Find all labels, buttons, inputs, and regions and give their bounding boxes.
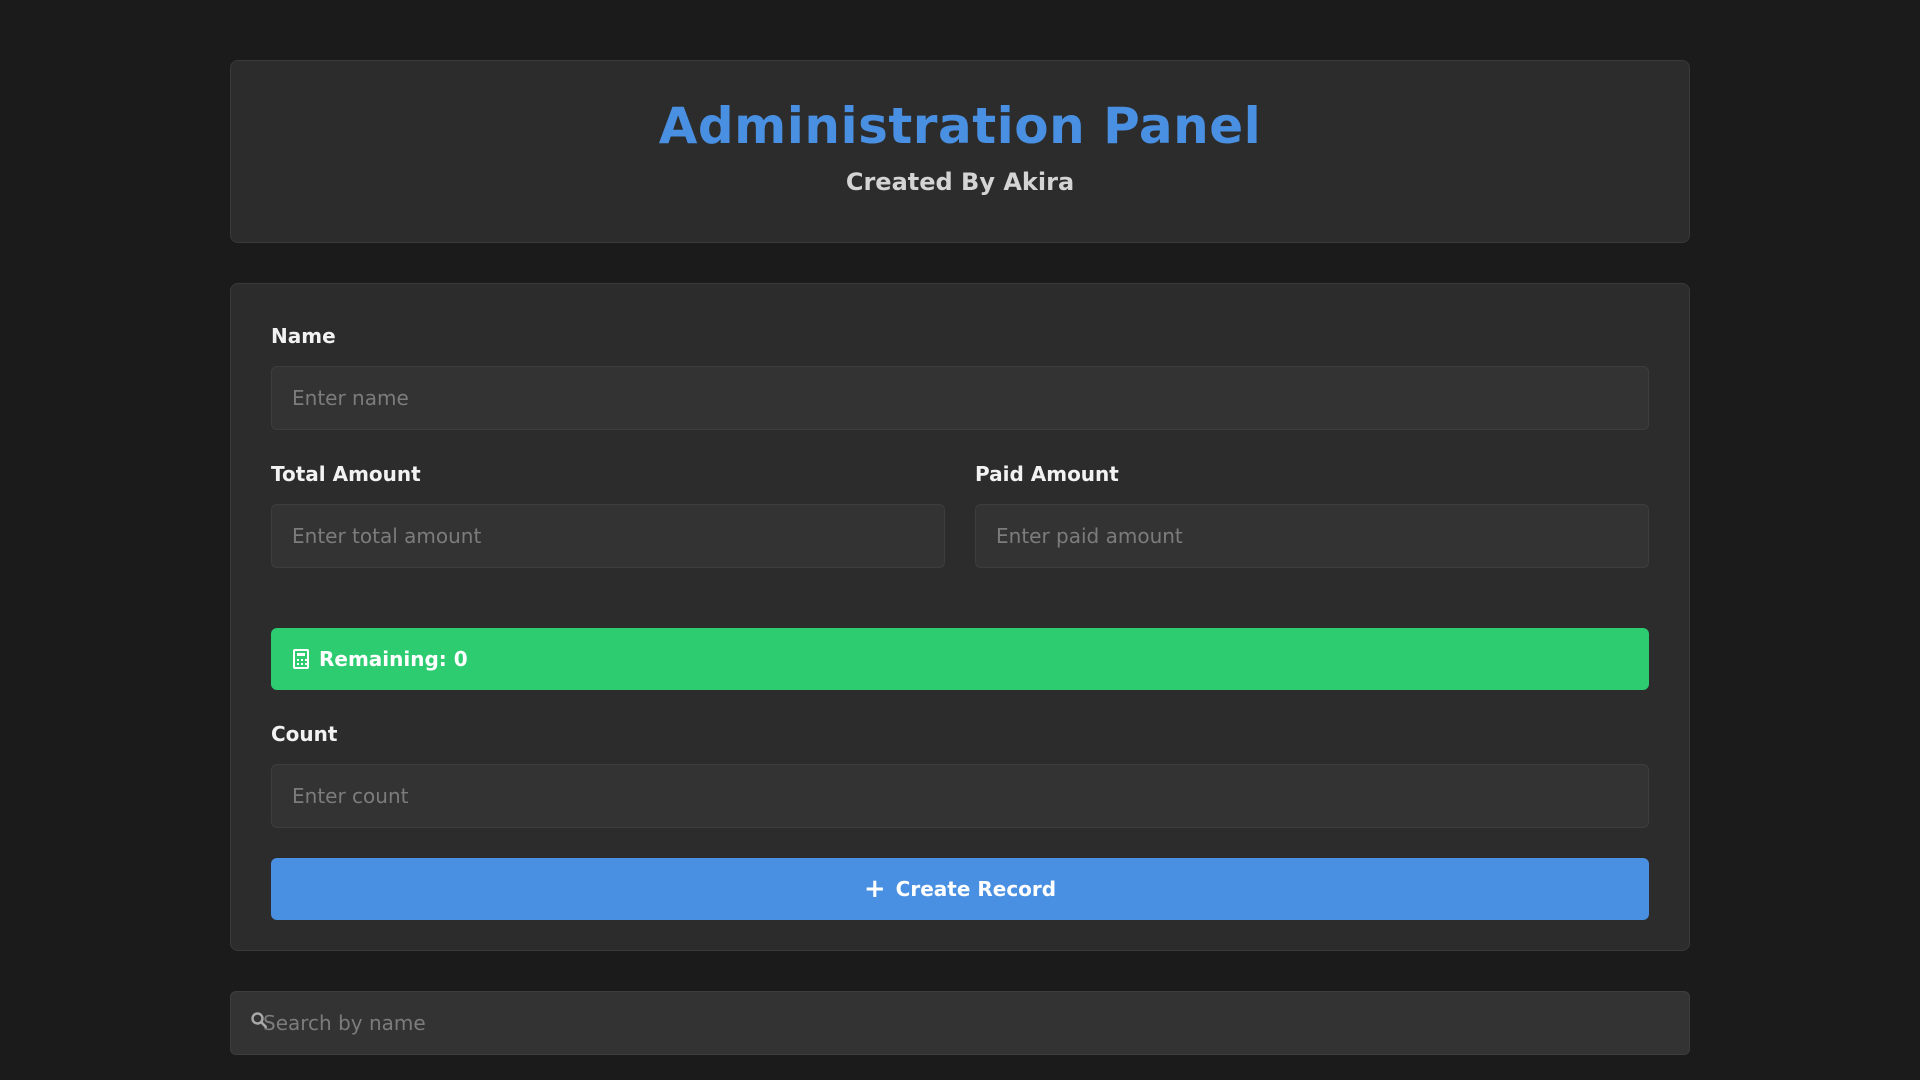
remaining-text: Remaining: 0 [319,647,468,671]
paid-amount-input[interactable] [975,504,1649,568]
header-card: Administration Panel Created By Akira [230,60,1690,243]
admin-panel: Administration Panel Created By Akira Na… [230,60,1690,1055]
amount-row: Total Amount Paid Amount [271,462,1649,568]
page-title: Administration Panel [658,97,1262,155]
record-form: Name Total Amount Paid Amount Remaining:… [230,283,1690,951]
name-input[interactable] [271,366,1649,430]
search-icon [251,1012,267,1028]
calculator-icon [293,649,309,669]
create-record-label: Create Record [895,877,1057,901]
search-input[interactable] [231,992,1689,1054]
count-input[interactable] [271,764,1649,828]
search-bar [230,991,1690,1055]
count-label: Count [271,722,338,746]
total-amount-group: Total Amount [271,462,945,568]
total-amount-label: Total Amount [271,462,421,486]
paid-amount-group: Paid Amount [975,462,1649,568]
name-label: Name [271,324,336,348]
plus-icon: + [863,874,886,904]
create-record-button[interactable]: + Create Record [271,858,1649,920]
total-amount-input[interactable] [271,504,945,568]
paid-amount-label: Paid Amount [975,462,1119,486]
page-subtitle: Created By Akira [845,168,1075,196]
remaining-banner: Remaining: 0 [271,628,1649,690]
